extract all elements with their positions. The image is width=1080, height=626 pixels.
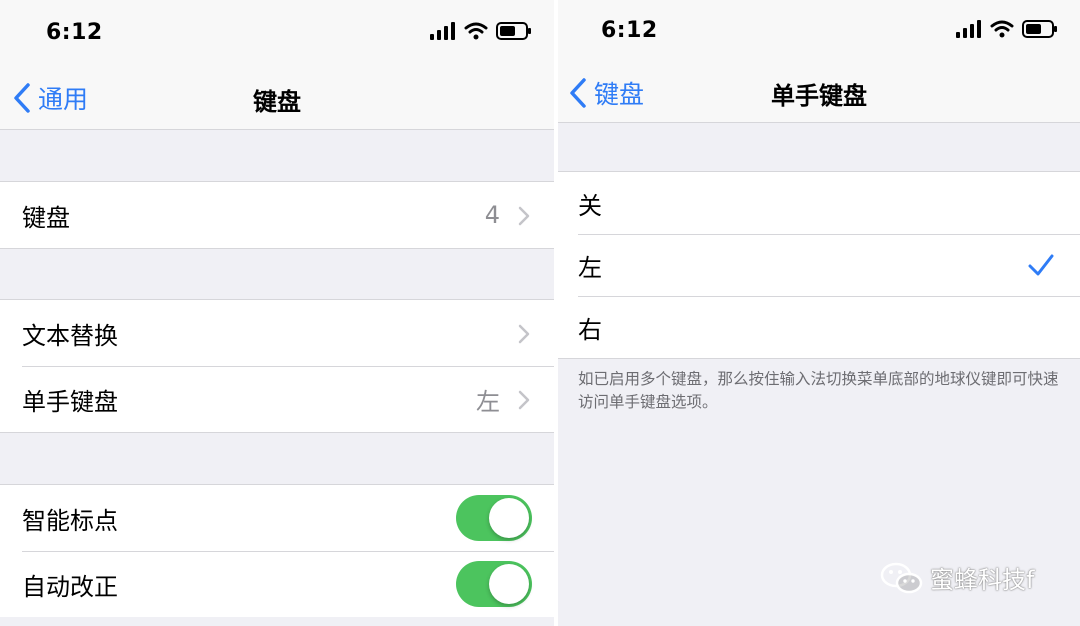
option-label: 关 (578, 191, 602, 220)
text-options-group: 文本替换 单手键盘 左 (0, 299, 554, 433)
wifi-icon (464, 22, 488, 40)
toggle-knob (489, 564, 529, 604)
one-handed-keyboard-screen: 6:12 键盘 单手键盘 关 左 右 如已启用多个键盘，那么按住输入法切换菜单底… (558, 0, 1080, 626)
wifi-icon (990, 20, 1014, 38)
text-replacement-row[interactable]: 文本替换 (0, 300, 554, 366)
footer-note: 如已启用多个键盘，那么按住输入法切换菜单底部的地球仪键即可快速访问单手键盘选项。 (578, 370, 1059, 411)
option-left[interactable]: 左 (558, 234, 1080, 296)
keyboards-row[interactable]: 键盘 4 (0, 182, 554, 248)
battery-icon (496, 22, 531, 40)
navigation-bar: 键盘 单手键盘 (558, 58, 1080, 123)
chevron-right-icon (518, 324, 530, 344)
status-icons (956, 20, 1058, 38)
watermark-text: 蜜蜂科技f (930, 566, 1035, 594)
toggle-knob (489, 498, 529, 538)
one-handed-keyboard-row[interactable]: 单手键盘 左 (0, 366, 554, 432)
keyboard-count: 4 (484, 201, 500, 229)
status-time: 6:12 (46, 20, 103, 45)
status-bar: 6:12 (0, 0, 554, 62)
auto-correction-toggle[interactable] (456, 561, 532, 607)
option-label: 左 (578, 253, 602, 282)
option-label: 右 (578, 315, 602, 344)
hand-options-group: 关 左 右 (558, 171, 1080, 359)
keyboards-group: 键盘 4 (0, 181, 554, 249)
status-icons (430, 22, 532, 40)
toggles-group: 智能标点 自动改正 (0, 484, 554, 617)
keyboard-settings-screen: 6:12 通用 键盘 键盘 4 文本替换 单手键盘 左 智能标点 自动改正 (0, 0, 554, 626)
row-label: 单手键盘 (22, 387, 118, 416)
chevron-right-icon (518, 206, 530, 226)
row-label: 智能标点 (22, 506, 118, 535)
auto-correction-row: 自动改正 (0, 551, 554, 617)
row-label: 文本替换 (22, 321, 118, 350)
status-bar: 6:12 (558, 0, 1080, 58)
row-label: 自动改正 (22, 572, 118, 601)
smart-punctuation-toggle[interactable] (456, 495, 532, 541)
signal-icon (956, 20, 981, 38)
signal-icon (430, 22, 455, 40)
page-title: 单手键盘 (771, 82, 867, 110)
checkmark-icon (1028, 254, 1054, 276)
smart-punctuation-row: 智能标点 (0, 485, 554, 551)
battery-icon (1022, 20, 1057, 38)
one-handed-value: 左 (476, 387, 500, 416)
status-time: 6:12 (601, 18, 658, 43)
navigation-bar: 通用 键盘 (0, 62, 554, 130)
row-label: 键盘 (22, 203, 70, 232)
page-title: 键盘 (253, 88, 301, 116)
chevron-right-icon (518, 390, 530, 410)
watermark: 蜜蜂科技f (880, 560, 1034, 595)
option-off[interactable]: 关 (558, 172, 1080, 234)
wechat-icon (880, 562, 923, 593)
option-right[interactable]: 右 (558, 296, 1080, 358)
